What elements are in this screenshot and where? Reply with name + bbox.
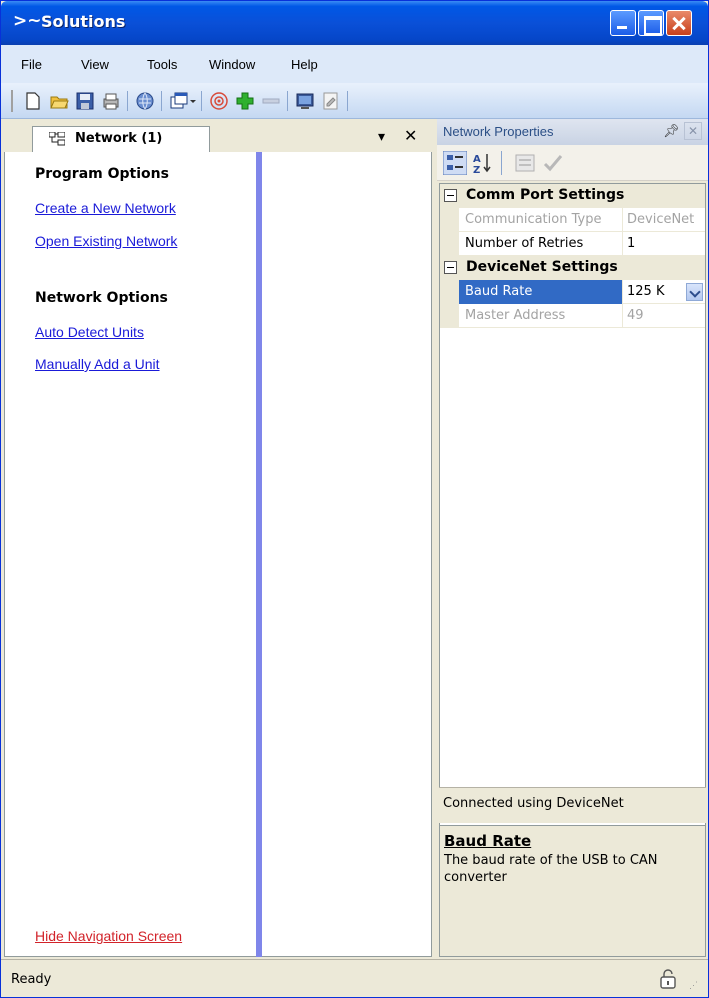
chevron-down-icon[interactable] [686,283,703,301]
toolbar-separator [161,91,162,111]
property-row-master-address[interactable]: Master Address 49 [440,304,705,328]
category-label: DeviceNet Settings [466,259,618,275]
checkmark-icon[interactable] [541,151,565,175]
row-gutter [440,208,459,232]
network-view-pane [262,152,432,957]
category-devicenet[interactable]: DeviceNet Settings [440,256,705,280]
app-window: >~ Solutions File View Tools Window Help [0,0,709,998]
toolbar-separator [347,91,348,111]
nav-links-pane: Program Options Create a New Network Ope… [4,152,256,957]
property-value: 49 [627,308,644,323]
category-label: Comm Port Settings [466,187,625,203]
property-name: Number of Retries [459,232,623,256]
svg-text:A: A [473,154,481,165]
window-title: Solutions [41,12,126,31]
minimize-button[interactable] [610,10,636,36]
properties-title-bar: Network Properties 📌︎ ✕ [437,119,708,145]
menu-help[interactable]: Help [291,57,318,72]
pin-icon[interactable]: 📌︎ [663,123,680,139]
row-gutter [440,232,459,256]
manually-add-unit-link[interactable]: Manually Add a Unit [35,356,160,372]
hide-navigation-link[interactable]: Hide Navigation Screen [35,928,182,944]
alphabetical-sort-icon[interactable]: A Z [471,151,495,175]
property-name: Master Address [459,304,623,328]
toolbar-separator [127,91,128,111]
property-pages-icon[interactable] [513,151,537,175]
resize-grip-icon[interactable]: ⋰ [689,980,698,991]
properties-title: Network Properties [443,124,554,139]
menu-view[interactable]: View [81,57,109,72]
network-tree-icon [49,132,65,146]
row-gutter [440,304,459,328]
open-folder-icon[interactable] [49,91,69,111]
property-row-number-of-retries[interactable]: Number of Retries 1 [440,232,705,256]
property-name: Baud Rate [459,280,623,304]
property-name: Communication Type [459,208,623,232]
property-value: DeviceNet [627,212,695,227]
menu-window[interactable]: Window [209,57,255,72]
nav-tab-strip: Network (1) ▾ ✕ [4,122,432,152]
connection-status-text: Connected using DeviceNet [443,796,624,811]
window-stack-icon[interactable] [169,91,197,111]
collapse-icon[interactable] [444,261,457,274]
menu-file[interactable]: File [21,57,42,72]
help-title: Baud Rate [444,832,532,850]
scan-icon[interactable] [209,91,229,111]
create-network-link[interactable]: Create a New Network [35,200,176,216]
categorized-icon[interactable] [443,151,467,175]
tab-network-label: Network (1) [75,131,163,146]
dropdown-arrow-icon[interactable]: ▾ [378,128,385,145]
status-bar: Ready ⋰ [1,959,708,997]
network-globe-icon[interactable] [135,91,155,111]
add-icon[interactable] [235,91,255,111]
lock-icon[interactable] [657,968,679,990]
property-value[interactable]: 1 [623,232,705,256]
property-row-communication-type[interactable]: Communication Type DeviceNet [440,208,705,232]
toolbar-separator [201,91,202,111]
properties-toolbar: A Z [437,145,708,181]
document-edit-icon[interactable] [321,91,341,111]
svg-text:Z: Z [473,165,480,175]
open-network-link[interactable]: Open Existing Network [35,233,177,249]
app-icon: >~ [13,11,42,31]
title-bar[interactable]: >~ Solutions [1,1,708,45]
toolbar-grip[interactable] [11,90,13,112]
menu-bar: File View Tools Window Help [1,45,708,83]
network-options-heading: Network Options [35,290,168,306]
property-row-baud-rate[interactable]: Baud Rate 125 K [440,280,705,304]
program-options-heading: Program Options [35,166,169,182]
row-gutter [440,280,459,304]
print-icon[interactable] [101,91,121,111]
close-icon[interactable]: ✕ [684,122,702,140]
toolbar [1,83,708,119]
close-icon[interactable]: ✕ [404,126,417,145]
maximize-button[interactable] [638,10,664,36]
connection-status: Connected using DeviceNet [439,787,706,823]
tab-network[interactable]: Network (1) [32,126,210,152]
save-icon[interactable] [75,91,95,111]
collapse-icon[interactable] [444,189,457,202]
status-text: Ready [11,972,52,987]
category-comm-port[interactable]: Comm Port Settings [440,184,705,208]
remove-icon[interactable] [261,91,281,111]
help-description: The baud rate of the USB to CAN converte… [444,853,658,885]
monitor-icon[interactable] [295,91,315,111]
properties-panel: Network Properties 📌︎ ✕ A Z Comm Port Se… [437,119,708,957]
navigation-panel: Network (1) ▾ ✕ Program Options Create a… [4,122,432,957]
auto-detect-link[interactable]: Auto Detect Units [35,324,144,340]
toolbar-separator [287,91,288,111]
close-button[interactable] [666,10,692,36]
menu-tools[interactable]: Tools [147,57,177,72]
toolbar-separator [501,151,502,175]
new-document-icon[interactable] [23,91,43,111]
property-help-pane: Baud Rate The baud rate of the USB to CA… [439,825,706,957]
